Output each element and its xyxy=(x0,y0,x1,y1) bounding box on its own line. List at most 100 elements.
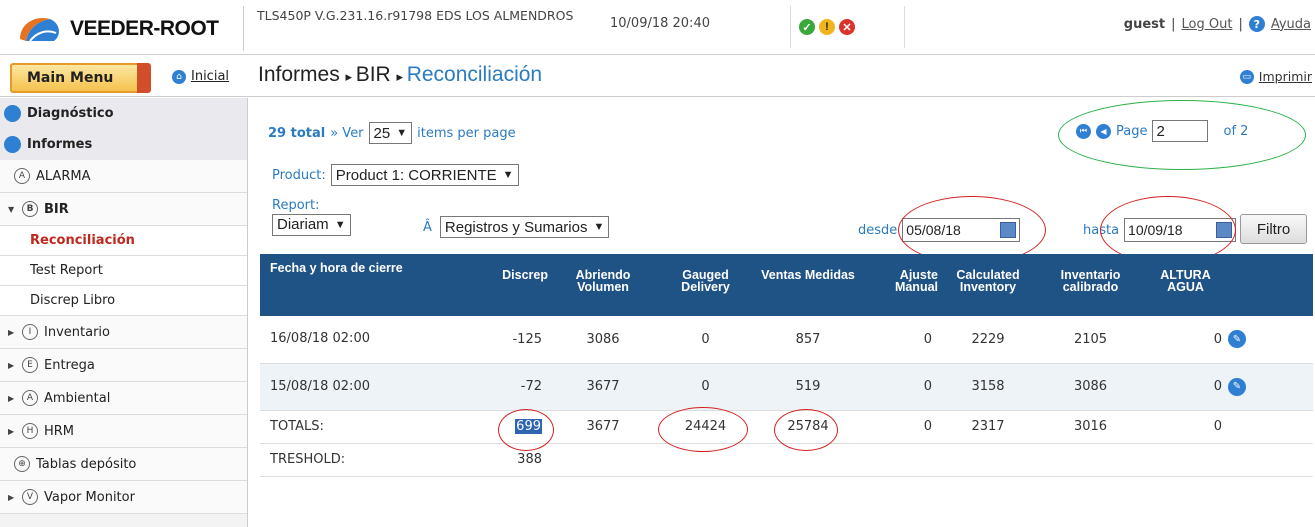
sidebar-item-diagnostico[interactable]: Diagnóstico xyxy=(0,98,247,128)
warning-status-icon[interactable]: ! xyxy=(819,19,835,35)
diagnostics-icon xyxy=(4,104,21,122)
sidebar-item-hrm[interactable]: ▶ H HRM xyxy=(0,415,247,448)
sidebar-item-reconciliacion[interactable]: Reconciliación xyxy=(0,226,247,256)
table-cell: 3086 xyxy=(586,331,620,347)
annotation-ellipse-ventas xyxy=(774,409,838,451)
sidebar-item-label: Informes xyxy=(27,136,93,152)
collapsed-arrow-icon: ▶ xyxy=(8,393,15,403)
print-link-wrap: ▭ Imprimir xyxy=(1239,69,1312,84)
table-cell: 0 xyxy=(701,331,710,347)
table-cell: -72 xyxy=(520,379,542,394)
sidebar-item-bir[interactable]: ▼ B BIR xyxy=(0,193,247,226)
product-filter: Product: Product 1: CORRIENTE ▼ xyxy=(272,164,519,186)
username: guest xyxy=(1123,16,1166,32)
sidebar-item-label: ALARMA xyxy=(36,168,91,184)
table-row: 15/08/18 02:00 -72 3677 0 519 0 3158 308… xyxy=(260,363,1313,410)
sidebar-item-label: Tablas depósito xyxy=(36,456,137,472)
edit-icon[interactable]: ✎ xyxy=(1228,377,1246,396)
filtro-button[interactable]: Filtro xyxy=(1240,214,1307,244)
top-header: VEEDER-ROOT TLS450P V.G.231.16.r91798 ED… xyxy=(0,0,1315,55)
sidebar-item-vapor-monitor[interactable]: ▶ V Vapor Monitor xyxy=(0,481,247,514)
sidebar-item-alarma[interactable]: A ALARMA xyxy=(0,160,247,193)
status-indicators: ✓ ! ✕ xyxy=(790,6,905,48)
chevron-down-icon: ▼ xyxy=(593,221,605,233)
table-header: Fecha y hora de cierre Discrep Abriendo … xyxy=(260,254,1313,316)
report-filter: Report: Diariam ▼ xyxy=(272,199,351,236)
sidebar-item-inventario[interactable]: ▶ I Inventario xyxy=(0,316,247,349)
column-header[interactable]: Ventas Medidas xyxy=(753,254,863,316)
sidebar-item-discrep-libro[interactable]: Discrep Libro xyxy=(0,286,247,316)
vapor-monitor-icon: V xyxy=(22,489,38,505)
chevron-down-icon: ▼ xyxy=(334,219,346,231)
collapsed-arrow-icon: ▶ xyxy=(8,327,15,337)
column-header[interactable]: Gauged Delivery xyxy=(658,254,753,316)
veeder-root-logo: VEEDER-ROOT xyxy=(4,6,244,51)
sidebar: Diagnóstico Informes A ALARMA ▼ B BIR Re… xyxy=(0,98,248,527)
report-type-select[interactable]: Registros y Sumarios ▼ xyxy=(439,216,610,238)
product-select[interactable]: Product 1: CORRIENTE ▼ xyxy=(330,164,519,186)
edit-icon[interactable]: ✎ xyxy=(1228,330,1246,349)
sidebar-item-test-report[interactable]: Test Report xyxy=(0,256,247,286)
table-cell: 2105 xyxy=(1073,331,1108,347)
system-info: TLS450P V.G.231.16.r91798 EDS LOS ALMEND… xyxy=(257,8,574,23)
sidebar-item-informes[interactable]: Informes xyxy=(0,128,247,160)
breadcrumb-item[interactable]: BIR xyxy=(356,63,391,86)
home-link[interactable]: Inicial xyxy=(191,69,229,84)
column-header[interactable]: ALTURA AGUA xyxy=(1143,254,1228,316)
column-header-edit xyxy=(1228,254,1313,316)
hrm-icon: H xyxy=(22,423,38,439)
table-cell: 0 xyxy=(1213,379,1222,394)
table-cell: 0 xyxy=(1213,419,1222,434)
sidebar-item-entrega[interactable]: ▶ E Entrega xyxy=(0,349,247,382)
column-header[interactable]: Calculated Inventory xyxy=(938,254,1038,316)
inventory-icon: I xyxy=(22,324,38,340)
column-header[interactable]: Abriendo Volumen xyxy=(548,254,658,316)
sidebar-item-label: Test Report xyxy=(30,263,103,278)
sidebar-item-label: Entrega xyxy=(44,357,95,373)
items-per-page-select[interactable]: 25 ▼ xyxy=(368,122,413,144)
chevron-down-icon: ▼ xyxy=(502,169,514,181)
brand-name: VEEDER-ROOT xyxy=(70,16,219,40)
reports-icon xyxy=(4,135,21,153)
items-per-page-control: 29 total » Ver 25 ▼ items per page xyxy=(268,122,516,144)
breadcrumb-item[interactable]: Informes xyxy=(258,63,340,86)
sidebar-item-ambiental[interactable]: ▶ A Ambiental xyxy=(0,382,247,415)
logout-link[interactable]: Log Out xyxy=(1182,17,1233,32)
sidebar-item-label: Diagnóstico xyxy=(27,105,114,121)
veeder-root-logo-icon xyxy=(16,13,62,45)
help-icon[interactable]: ? xyxy=(1248,16,1265,32)
ok-status-icon[interactable]: ✓ xyxy=(799,19,815,35)
help-link[interactable]: Ayuda xyxy=(1271,17,1311,32)
alarm-status-icon[interactable]: ✕ xyxy=(839,19,855,35)
column-header[interactable]: Discrep xyxy=(450,254,548,316)
sidebar-item-label: HRM xyxy=(44,423,75,439)
product-label: Product: xyxy=(272,167,326,183)
table-cell: 3158 xyxy=(971,379,1005,394)
sidebar-item-label: Discrep Libro xyxy=(30,293,116,308)
alarm-icon: A xyxy=(14,168,30,184)
annotation-ellipse-gauged xyxy=(658,407,748,452)
print-icon[interactable]: ▭ xyxy=(1239,69,1254,84)
main-menu-button[interactable]: Main Menu xyxy=(10,63,151,93)
annotation-ellipse-discrep xyxy=(498,409,554,451)
table-cell: 2317 xyxy=(971,419,1005,434)
column-header[interactable]: Fecha y hora de cierre xyxy=(260,254,450,316)
sidebar-item-label: Ambiental xyxy=(44,390,111,406)
system-datetime: 10/09/18 20:40 xyxy=(610,16,710,31)
desde-label: desde xyxy=(858,222,898,238)
print-link[interactable]: Imprimir xyxy=(1259,69,1312,84)
home-link-wrap: ⌂ Inicial xyxy=(172,69,229,84)
report-select[interactable]: Diariam ▼ xyxy=(272,214,351,236)
table-cell: 3677 xyxy=(586,419,620,434)
table-cell: 0 xyxy=(923,331,932,347)
environmental-icon: A xyxy=(22,390,38,406)
product-value: Product 1: CORRIENTE xyxy=(335,166,497,184)
edit-cell: ✎ xyxy=(1228,363,1313,410)
table-cell: 16/08/18 02:00 xyxy=(270,331,370,347)
table-cell: TRESHOLD: xyxy=(270,451,346,467)
sidebar-item-tablas-deposito[interactable]: ⊕ Tablas depósito xyxy=(0,448,247,481)
column-header[interactable]: Inventario calibrado xyxy=(1038,254,1143,316)
column-header[interactable]: Ajuste Manual xyxy=(863,254,938,316)
home-icon[interactable]: ⌂ xyxy=(172,69,186,84)
breadcrumb: Informes ▸ BIR ▸ Reconciliación xyxy=(258,63,542,87)
